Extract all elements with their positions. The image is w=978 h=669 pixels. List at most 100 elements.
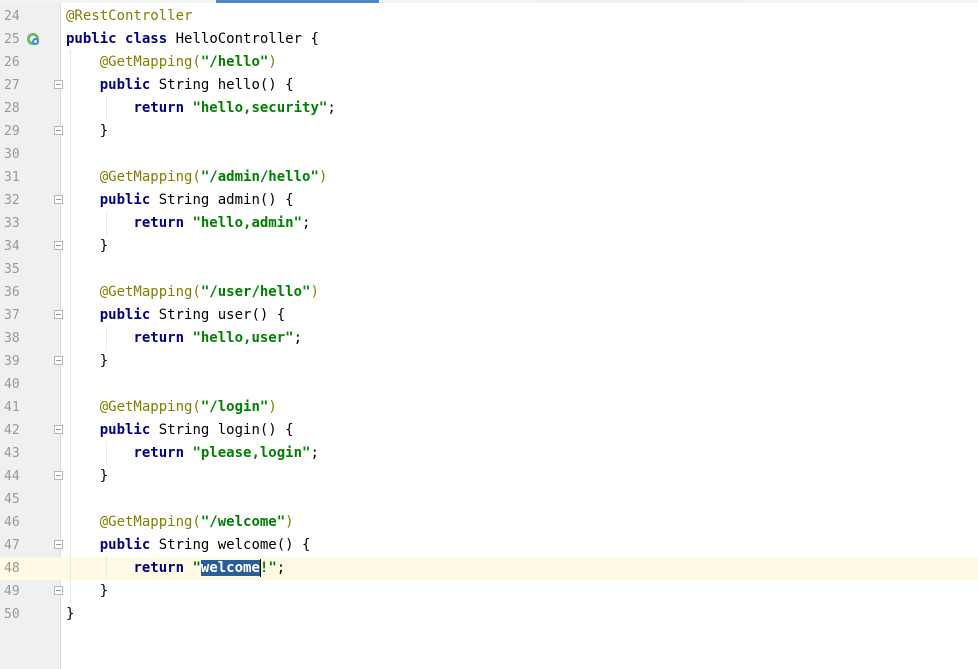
line-number: 28 (4, 101, 20, 116)
gutter-cell: 43 (0, 442, 60, 465)
code-text[interactable]: @GetMapping("/login") (66, 396, 277, 419)
code-line[interactable]: 36 @GetMapping("/user/hello") (0, 281, 978, 304)
line-number: 24 (4, 9, 20, 24)
code-line[interactable]: 42 public String login() { (0, 419, 978, 442)
gutter-cell: 42 (0, 419, 63, 442)
code-text[interactable]: @GetMapping("/user/hello") (66, 281, 319, 304)
code-text[interactable]: @GetMapping("/hello") (66, 51, 277, 74)
code-line[interactable]: 49 } (0, 580, 978, 603)
code-line[interactable]: 24 @RestController (0, 5, 978, 28)
code-text[interactable]: @GetMapping("/welcome") (66, 511, 294, 534)
code-line[interactable]: 25 public class HelloController { (0, 28, 978, 51)
code-text[interactable]: } (66, 465, 108, 488)
code-text[interactable]: public class HelloController { (66, 28, 319, 51)
fold-collapse-icon[interactable] (54, 80, 63, 89)
inactive-tab-indicator[interactable] (535, 0, 747, 2)
code-token: "/welcome" (200, 514, 286, 530)
code-token: String login() { (150, 422, 294, 438)
code-token: ) (268, 54, 277, 70)
code-line[interactable]: 44 } (0, 465, 978, 488)
gutter-cell: 38 (0, 327, 60, 350)
code-line[interactable]: 46 @GetMapping("/welcome") (0, 511, 978, 534)
code-token: "/hello" (200, 54, 269, 70)
code-text[interactable]: return "welcome!"; (66, 557, 285, 580)
code-token: ; (302, 215, 311, 231)
code-line[interactable]: 30 (0, 143, 978, 166)
code-line[interactable]: 45 (0, 488, 978, 511)
code-editor[interactable]: 24 @RestController 25 public class HelloCon… (0, 0, 978, 669)
line-number: 50 (4, 607, 20, 622)
gutter-cell: 37 (0, 304, 63, 327)
code-line[interactable]: 28 return "hello,security"; (0, 97, 978, 120)
code-line[interactable]: 33 return "hello,admin"; (0, 212, 978, 235)
gutter-cell: 32 (0, 189, 63, 212)
indent-guide (106, 97, 107, 120)
code-token: ) (318, 169, 328, 185)
code-text[interactable]: } (66, 120, 108, 143)
code-token: @GetMapping( (99, 54, 201, 70)
code-text[interactable]: } (66, 603, 74, 626)
code-text[interactable]: public String user() { (66, 304, 285, 327)
gutter-cell: 28 (0, 97, 60, 120)
fold-collapse-icon[interactable] (54, 310, 63, 319)
fold-end-icon[interactable] (54, 126, 63, 135)
code-token: ) (310, 284, 319, 300)
line-number: 41 (4, 400, 20, 415)
line-number: 44 (4, 469, 20, 484)
spring-bean-icon[interactable] (26, 32, 40, 46)
fold-end-icon[interactable] (54, 356, 63, 365)
code-line[interactable]: 32 public String admin() { (0, 189, 978, 212)
code-text[interactable]: } (66, 235, 108, 258)
code-line[interactable]: 35 (0, 258, 978, 281)
code-line[interactable]: 48 return "welcome!"; (0, 557, 978, 580)
code-text[interactable]: public String welcome() { (66, 534, 311, 557)
gutter-cell: 40 (0, 373, 60, 396)
code-line[interactable]: 27 public String hello() { (0, 74, 978, 97)
code-text[interactable]: return "please,login"; (66, 442, 318, 465)
code-text[interactable]: public String admin() { (66, 189, 294, 212)
code-line[interactable]: 50} (0, 603, 978, 626)
active-tab-indicator[interactable] (216, 0, 379, 3)
code-line[interactable]: 26 @GetMapping("/hello") (0, 51, 978, 74)
code-text[interactable]: } (66, 580, 108, 603)
line-number: 48 (4, 561, 20, 576)
code-token: ; (293, 330, 303, 346)
fold-end-icon[interactable] (54, 241, 63, 250)
code-text[interactable]: } (66, 350, 108, 373)
code-token: public (66, 31, 117, 47)
fold-collapse-icon[interactable] (54, 425, 63, 434)
line-number: 36 (4, 285, 20, 300)
fold-collapse-icon[interactable] (54, 540, 63, 549)
code-line[interactable]: 43 return "please,login"; (0, 442, 978, 465)
line-number: 37 (4, 308, 20, 323)
line-number: 32 (4, 193, 20, 208)
code-line[interactable]: 38 return "hello,user"; (0, 327, 978, 350)
fold-collapse-icon[interactable] (54, 195, 63, 204)
code-line[interactable]: 41 @GetMapping("/login") (0, 396, 978, 419)
gutter-cell: 30 (0, 143, 60, 166)
code-token: return (133, 445, 185, 461)
fold-end-icon[interactable] (54, 586, 63, 595)
code-line[interactable]: 31 @GetMapping("/admin/hello") (0, 166, 978, 189)
code-token: " (192, 560, 201, 576)
code-text[interactable]: @RestController (66, 5, 192, 28)
code-line[interactable]: 29 } (0, 120, 978, 143)
code-text[interactable]: return "hello,user"; (66, 327, 302, 350)
code-line[interactable]: 37 public String user() { (0, 304, 978, 327)
line-number: 29 (4, 124, 20, 139)
gutter-cell: 39 (0, 350, 63, 373)
code-line[interactable]: 40 (0, 373, 978, 396)
code-text[interactable]: return "hello,admin"; (66, 212, 310, 235)
code-text[interactable]: public String login() { (66, 419, 294, 442)
code-line[interactable]: 47 public String welcome() { (0, 534, 978, 557)
code-line[interactable]: 34 } (0, 235, 978, 258)
code-text[interactable]: public String hello() { (66, 74, 294, 97)
code-line[interactable]: 39 } (0, 350, 978, 373)
fold-end-icon[interactable] (54, 471, 63, 480)
indent-guide (106, 327, 107, 350)
code-text[interactable]: @GetMapping("/admin/hello") (66, 166, 328, 189)
code-token: ) (285, 514, 294, 530)
